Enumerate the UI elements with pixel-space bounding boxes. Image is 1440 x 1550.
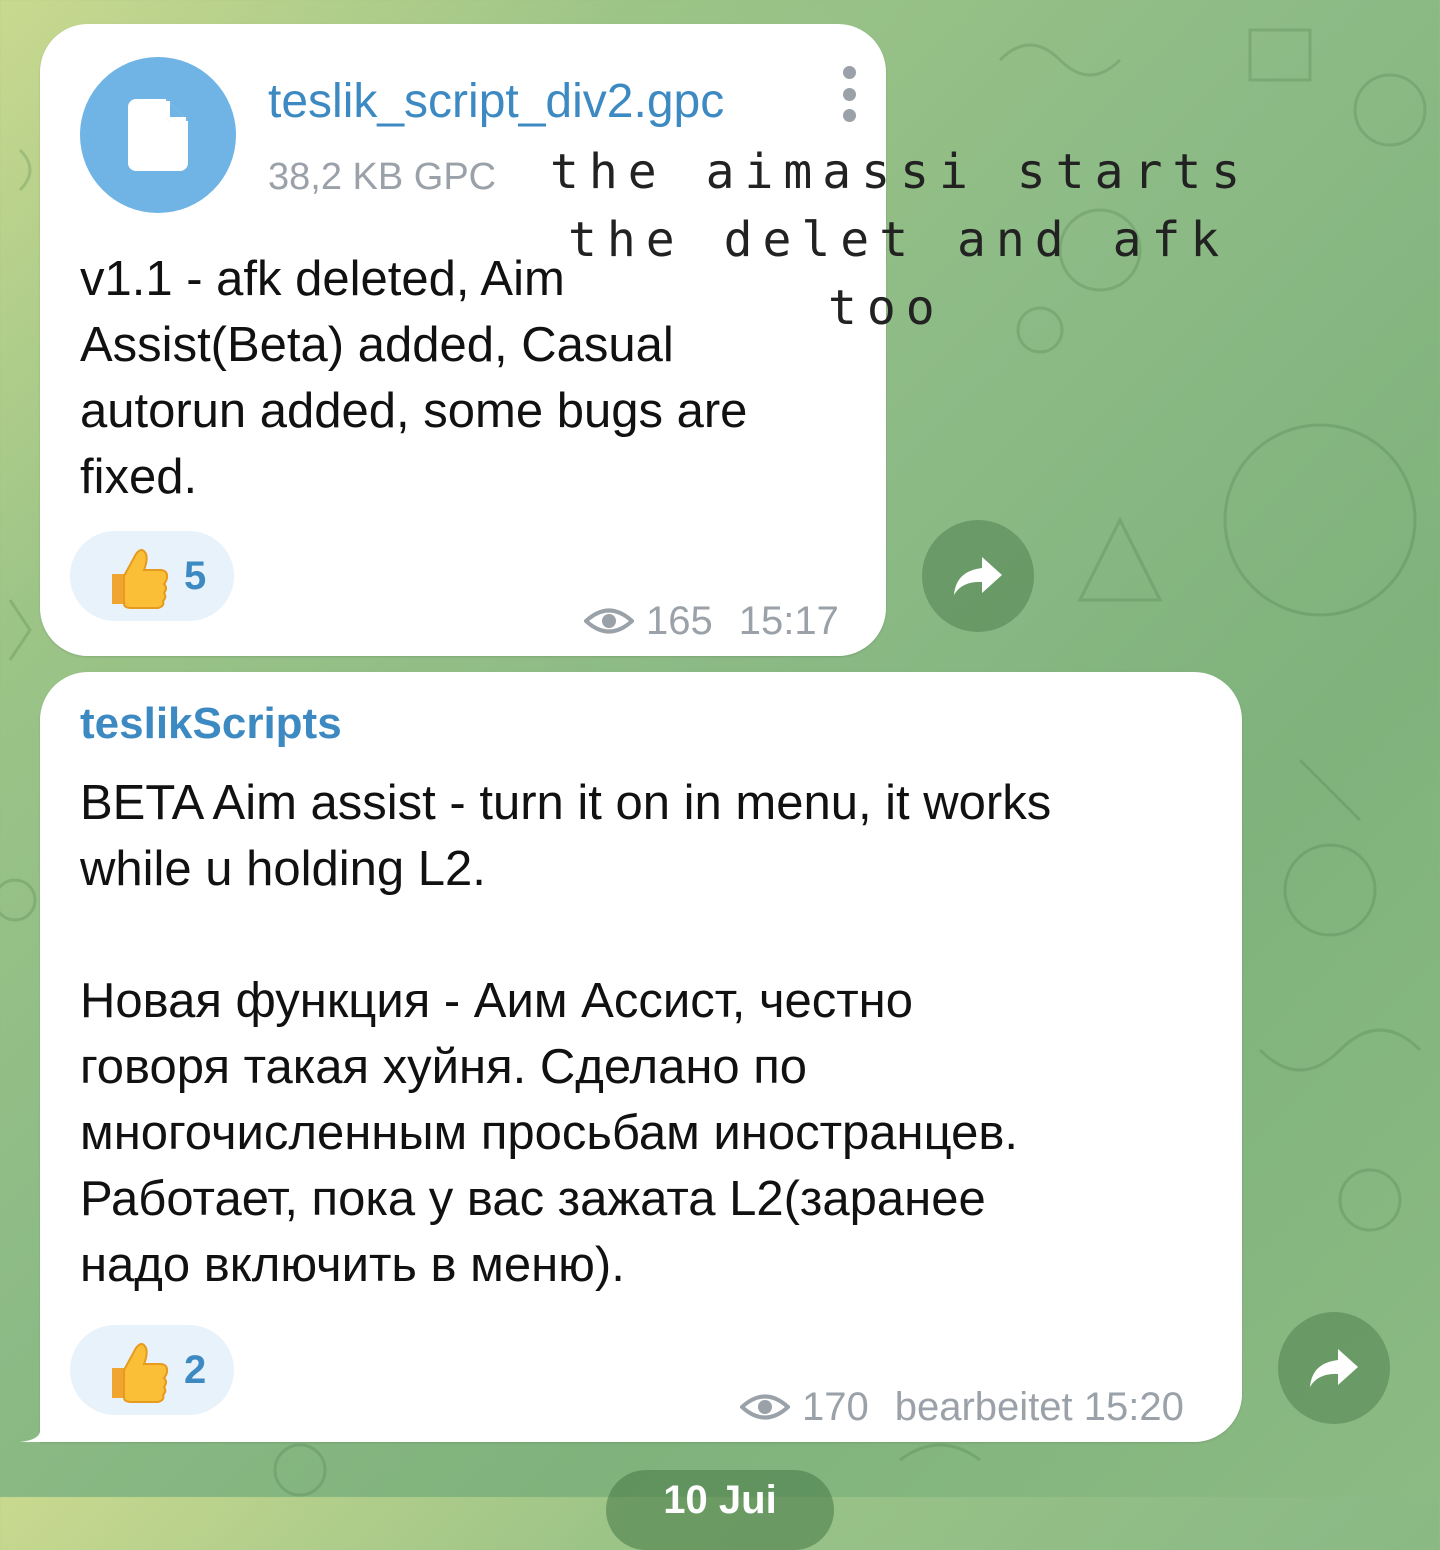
annotation-line-3: too: [828, 280, 945, 336]
message-edited-time: bearbeitet 15:20: [894, 1385, 1184, 1429]
date-separator: 10 Jui: [606, 1470, 834, 1550]
view-count: 170: [802, 1385, 869, 1429]
sender-name[interactable]: teslikScripts: [80, 698, 342, 750]
reaction-count: 5: [184, 553, 207, 598]
thumbs-up-icon: [112, 1343, 169, 1403]
share-arrow-icon: [954, 557, 1002, 595]
file-name[interactable]: teslik_script_div2.gpc: [268, 74, 724, 130]
file-download-button[interactable]: [80, 57, 236, 213]
more-options-icon[interactable]: [836, 66, 862, 122]
reaction-chip[interactable]: 5: [70, 531, 234, 621]
document-icon: [128, 99, 188, 171]
views-icon: [740, 1394, 790, 1420]
message-meta: 170 bearbeitet 15:20: [740, 1383, 1184, 1431]
views-icon: [584, 608, 634, 634]
annotation-line-2: the delet and afk: [568, 212, 1230, 268]
share-button[interactable]: [1278, 1312, 1390, 1424]
message-time: 15:17: [738, 599, 839, 643]
reaction-count: 2: [184, 1347, 207, 1392]
view-count: 165: [646, 599, 713, 643]
message-text: v1.1 - afk deleted, Aim Assist(Beta) add…: [80, 252, 748, 504]
bubble-tail: [20, 1410, 60, 1442]
thumbs-up-icon: [112, 549, 169, 609]
share-button[interactable]: [922, 520, 1034, 632]
annotation-line-1: the aimassi starts: [550, 144, 1251, 200]
file-size: 38,2 KB GPC: [268, 156, 497, 198]
share-arrow-icon: [1310, 1349, 1358, 1387]
message-meta: 165 15:17: [584, 597, 839, 645]
message-text: BETA Aim assist - turn it on in menu, it…: [80, 776, 1052, 1292]
reaction-chip[interactable]: 2: [70, 1325, 234, 1415]
